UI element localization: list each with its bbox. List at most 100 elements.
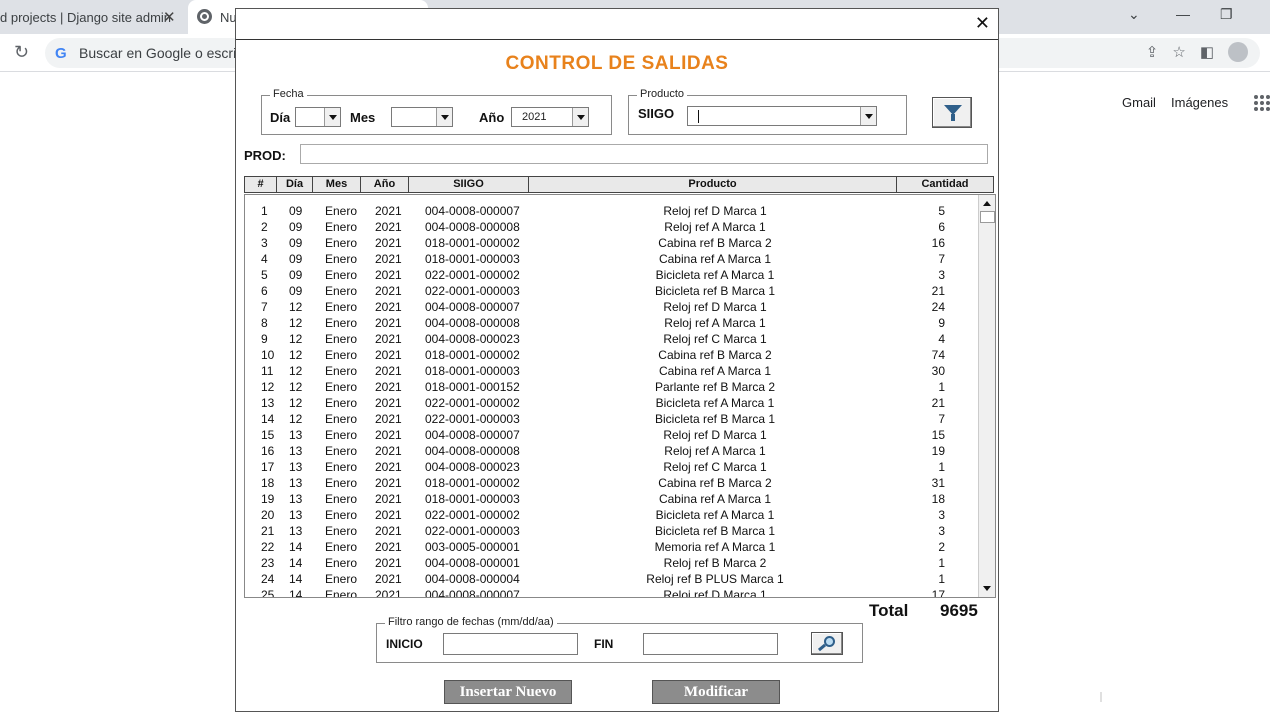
chevron-down-icon[interactable] bbox=[436, 108, 452, 126]
table-row[interactable]: 22 14 Enero 2021 003-0005-000001 Memoria ref … bbox=[245, 539, 979, 555]
fin-field[interactable] bbox=[643, 633, 778, 655]
col-header-num[interactable]: # bbox=[244, 176, 277, 193]
images-link[interactable]: Imágenes bbox=[1171, 95, 1228, 110]
mes-select[interactable] bbox=[391, 107, 453, 127]
table-row[interactable]: 25 14 Enero 2021 004-0008-000007 Reloj ref D … bbox=[245, 587, 979, 598]
table-row[interactable]: 7 12 Enero 2021 004-0008-000007 Reloj ref D M… bbox=[245, 299, 979, 315]
table-row[interactable]: 21 13 Enero 2021 022-0001-000003 Bicicleta re… bbox=[245, 523, 979, 539]
table-row[interactable]: 23 14 Enero 2021 004-0008-000001 Reloj ref B … bbox=[245, 555, 979, 571]
table-row[interactable]: 16 13 Enero 2021 004-0008-000008 Reloj ref A … bbox=[245, 443, 979, 459]
share-icon[interactable]: ⇪ bbox=[1146, 43, 1159, 63]
table-row[interactable]: 12 12 Enero 2021 018-0001-000152 Parlante ref… bbox=[245, 379, 979, 395]
table-row[interactable]: 4 09 Enero 2021 018-0001-000003 Cabina ref A … bbox=[245, 251, 979, 267]
row-num: 2 bbox=[261, 220, 268, 234]
row-producto: Reloj ref C Marca 1 bbox=[663, 332, 767, 346]
salidas-list[interactable]: 1 09 Enero 2021 004-0008-000007 Reloj ref D M… bbox=[244, 194, 996, 598]
table-row[interactable]: 20 13 Enero 2021 022-0001-000002 Bicicleta re… bbox=[245, 507, 979, 523]
row-siigo: 004-0008-000023 bbox=[425, 460, 520, 474]
row-siigo: 003-0005-000001 bbox=[425, 540, 520, 554]
scroll-up-icon[interactable] bbox=[980, 196, 995, 211]
screen: d projects | Django site admin ✕ Nu ⌄ — … bbox=[0, 0, 1270, 726]
restore-icon[interactable]: ❐ bbox=[1220, 6, 1233, 23]
minimize-icon[interactable]: — bbox=[1176, 6, 1190, 22]
col-header-producto[interactable]: Producto bbox=[528, 176, 897, 193]
table-row[interactable]: 10 12 Enero 2021 018-0001-000002 Cabina ref B… bbox=[245, 347, 979, 363]
row-dia: 13 bbox=[289, 428, 303, 442]
chevron-down-icon[interactable] bbox=[572, 108, 588, 126]
inicio-field[interactable] bbox=[443, 633, 578, 655]
total-label: Total bbox=[869, 601, 909, 620]
gmail-link[interactable]: Gmail bbox=[1122, 95, 1156, 110]
profile-icon[interactable] bbox=[1228, 42, 1248, 62]
prod-field[interactable] bbox=[300, 144, 988, 164]
row-mes: Enero bbox=[325, 220, 358, 234]
row-mes: Enero bbox=[325, 588, 358, 598]
tab-close-icon[interactable]: ✕ bbox=[163, 8, 176, 26]
col-header-dia[interactable]: Día bbox=[276, 176, 313, 193]
apps-grid-icon[interactable] bbox=[1254, 95, 1270, 111]
table-row[interactable]: 8 12 Enero 2021 004-0008-000008 Reloj ref A M… bbox=[245, 315, 979, 331]
chevron-down-icon[interactable] bbox=[860, 107, 876, 125]
row-siigo: 018-0001-000002 bbox=[425, 476, 520, 490]
close-icon[interactable]: ✕ bbox=[975, 13, 990, 34]
table-row[interactable]: 19 13 Enero 2021 018-0001-000003 Cabina ref A… bbox=[245, 491, 979, 507]
side-panel-icon[interactable]: ◧ bbox=[1200, 43, 1214, 63]
row-dia: 13 bbox=[289, 492, 303, 506]
row-anio: 2021 bbox=[375, 284, 402, 298]
row-cantidad: 2 bbox=[938, 540, 945, 554]
table-row[interactable]: 5 09 Enero 2021 022-0001-000002 Bicicleta ref… bbox=[245, 267, 979, 283]
reload-icon[interactable]: ↻ bbox=[14, 42, 29, 63]
row-cantidad: 31 bbox=[931, 476, 945, 490]
browser-tab-django[interactable]: d projects | Django site admin ✕ bbox=[0, 0, 188, 34]
row-num: 9 bbox=[261, 332, 268, 346]
row-producto: Bicicleta ref B Marca 1 bbox=[654, 284, 776, 298]
search-range-button[interactable] bbox=[811, 632, 843, 655]
row-num: 3 bbox=[261, 236, 268, 250]
row-anio: 2021 bbox=[375, 588, 402, 598]
mes-label: Mes bbox=[350, 110, 376, 125]
row-num: 4 bbox=[261, 252, 268, 266]
table-row[interactable]: 2 09 Enero 2021 004-0008-000008 Reloj ref A M… bbox=[245, 219, 979, 235]
insertar-nuevo-button[interactable]: Insertar Nuevo bbox=[444, 680, 572, 704]
row-anio: 2021 bbox=[375, 396, 402, 410]
table-row[interactable]: 24 14 Enero 2021 004-0008-000004 Reloj ref B … bbox=[245, 571, 979, 587]
scrollbar[interactable] bbox=[978, 195, 995, 597]
row-mes: Enero bbox=[325, 380, 358, 394]
row-siigo: 004-0008-000007 bbox=[425, 300, 520, 314]
anio-select[interactable]: 2021 bbox=[511, 107, 589, 127]
tab-title: d projects | Django site admin bbox=[0, 9, 172, 25]
table-row[interactable]: 11 12 Enero 2021 018-0001-000003 Cabina ref A… bbox=[245, 363, 979, 379]
address-placeholder: Buscar en Google o escrib bbox=[79, 45, 244, 61]
row-siigo: 018-0001-000003 bbox=[425, 252, 520, 266]
table-row[interactable]: 6 09 Enero 2021 022-0001-000003 Bicicleta ref… bbox=[245, 283, 979, 299]
table-row[interactable]: 1 09 Enero 2021 004-0008-000007 Reloj ref D M… bbox=[245, 203, 979, 219]
table-row[interactable]: 3 09 Enero 2021 018-0001-000002 Cabina ref B … bbox=[245, 235, 979, 251]
text-caret bbox=[698, 110, 699, 123]
col-header-cantidad[interactable]: Cantidad bbox=[896, 176, 994, 193]
table-row[interactable]: 18 13 Enero 2021 018-0001-000002 Cabina ref B… bbox=[245, 475, 979, 491]
modificar-button[interactable]: Modificar bbox=[652, 680, 780, 704]
row-anio: 2021 bbox=[375, 316, 402, 330]
chevron-down-icon[interactable] bbox=[324, 108, 340, 126]
col-header-siigo[interactable]: SIIGO bbox=[408, 176, 529, 193]
row-producto: Bicicleta ref B Marca 1 bbox=[654, 412, 776, 426]
col-header-mes[interactable]: Mes bbox=[312, 176, 361, 193]
scroll-down-icon[interactable] bbox=[980, 581, 995, 596]
row-num: 8 bbox=[261, 316, 268, 330]
row-dia: 09 bbox=[289, 236, 303, 250]
row-cantidad: 3 bbox=[938, 508, 945, 522]
table-row[interactable]: 14 12 Enero 2021 022-0001-000003 Bicicleta re… bbox=[245, 411, 979, 427]
col-header-anio[interactable]: Año bbox=[360, 176, 409, 193]
tab-search-icon[interactable]: ⌄ bbox=[1128, 6, 1140, 23]
table-row[interactable]: 15 13 Enero 2021 004-0008-000007 Reloj ref D … bbox=[245, 427, 979, 443]
table-row[interactable]: 9 12 Enero 2021 004-0008-000023 Reloj ref C M… bbox=[245, 331, 979, 347]
row-producto: Cabina ref B Marca 2 bbox=[658, 348, 772, 362]
star-icon[interactable]: ☆ bbox=[1172, 43, 1185, 63]
siigo-select[interactable] bbox=[687, 106, 877, 126]
table-row[interactable]: 13 12 Enero 2021 022-0001-000002 Bicicleta re… bbox=[245, 395, 979, 411]
row-cantidad: 4 bbox=[938, 332, 945, 346]
scroll-thumb[interactable] bbox=[980, 211, 995, 223]
table-row[interactable]: 17 13 Enero 2021 004-0008-000023 Reloj ref C … bbox=[245, 459, 979, 475]
filter-button[interactable] bbox=[932, 97, 972, 128]
dia-select[interactable] bbox=[295, 107, 341, 127]
